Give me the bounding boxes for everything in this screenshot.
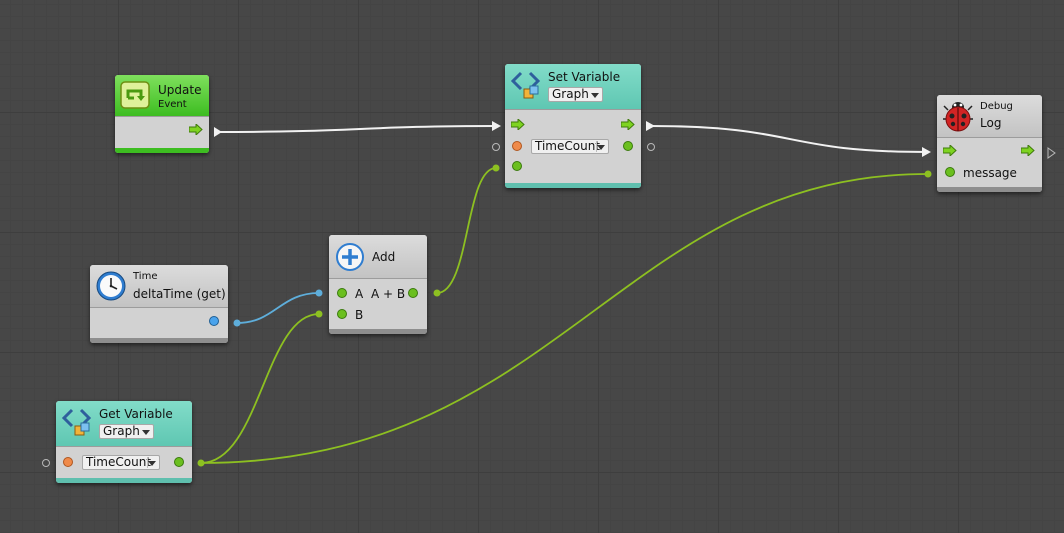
time-node-category: Time — [133, 271, 158, 282]
value-wire-get-to-log — [200, 173, 929, 464]
debug-log-message-port[interactable] — [945, 167, 955, 177]
set-variable-name-port[interactable] — [512, 141, 522, 151]
update-node-title: Update — [158, 83, 202, 97]
loop-icon — [120, 81, 150, 109]
set-variable-name-value: TimeCount — [535, 139, 601, 153]
variable-icon — [510, 71, 541, 99]
value-wire-add-to-set — [436, 167, 497, 294]
set-variable-value-out-port[interactable] — [623, 141, 633, 151]
flow-wire-log-arrow — [922, 147, 931, 157]
get-variable-name-port[interactable] — [63, 457, 73, 467]
time-node-title: deltaTime (get) — [133, 287, 226, 301]
chevron-down-icon — [597, 145, 605, 150]
debug-log-title: Log — [980, 116, 1002, 130]
flow-wire-set-out-arrow — [646, 121, 655, 131]
time-deltatime-out-port[interactable] — [209, 316, 219, 326]
add-node-title: Add — [372, 250, 396, 264]
chevron-down-icon — [148, 461, 156, 466]
set-variable-scope-value: Graph — [552, 87, 589, 101]
debug-log-flow-in-port[interactable] — [943, 145, 957, 156]
flow-wire-set-arrow — [492, 121, 501, 131]
set-variable-name-dropdown[interactable]: TimeCount — [531, 139, 609, 154]
set-variable-flow-in-port[interactable] — [511, 119, 525, 130]
get-variable-scope-dropdown[interactable]: Graph — [99, 424, 154, 439]
update-node-subtitle: Event — [158, 99, 187, 110]
add-input-b-label: B — [355, 308, 364, 322]
debug-log-flow-out-port[interactable] — [1021, 145, 1035, 156]
set-variable-scope-dropdown[interactable]: Graph — [548, 87, 603, 102]
get-variable-title: Get Variable — [99, 407, 173, 421]
set-variable-header[interactable]: Set Variable Graph — [505, 64, 641, 110]
get-variable-node[interactable]: Get Variable Graph TimeCount — [56, 401, 192, 483]
add-input-b-port[interactable] — [337, 309, 347, 319]
flow-wire-update-to-set — [217, 125, 499, 133]
time-deltatime-node[interactable]: Time deltaTime (get) — [90, 265, 228, 343]
set-variable-value-in-port[interactable] — [512, 161, 522, 171]
variable-icon — [61, 408, 92, 436]
chevron-down-icon — [591, 93, 599, 98]
debug-log-node[interactable]: Debug Log message — [937, 95, 1042, 192]
debug-log-message-label: message — [963, 166, 1017, 180]
get-variable-name-dropdown[interactable]: TimeCount — [82, 455, 160, 470]
get-variable-name-value: TimeCount — [86, 455, 152, 469]
update-event-node[interactable]: Update Event — [115, 75, 209, 153]
clock-icon — [96, 271, 126, 301]
flow-wire-update-arrow — [214, 127, 222, 137]
flow-wire-set-to-log — [649, 125, 929, 153]
time-node-header[interactable]: Time deltaTime (get) — [90, 265, 228, 308]
debug-log-category: Debug — [980, 101, 1013, 112]
get-variable-scope-value: Graph — [103, 424, 140, 438]
update-node-header[interactable]: Update Event — [115, 75, 209, 117]
add-input-a-label: A — [355, 287, 364, 301]
ladybug-icon — [943, 102, 973, 132]
value-wire-deltatime-to-add — [236, 292, 320, 324]
plus-icon — [336, 243, 364, 271]
add-node[interactable]: Add A A + B B — [329, 235, 427, 334]
chevron-down-icon — [142, 430, 150, 435]
add-output-label: A + B — [371, 287, 406, 301]
debug-log-header[interactable]: Debug Log — [937, 95, 1042, 138]
add-output-port[interactable] — [408, 288, 418, 298]
add-node-header[interactable]: Add — [329, 235, 427, 279]
add-input-a-port[interactable] — [337, 288, 347, 298]
get-variable-value-out-port[interactable] — [174, 457, 184, 467]
update-flow-out-port[interactable] — [189, 124, 203, 135]
set-variable-flow-out-port[interactable] — [621, 119, 635, 130]
set-variable-title: Set Variable — [548, 70, 621, 84]
set-variable-node[interactable]: Set Variable Graph TimeCount — [505, 64, 641, 188]
get-variable-header[interactable]: Get Variable Graph — [56, 401, 192, 447]
